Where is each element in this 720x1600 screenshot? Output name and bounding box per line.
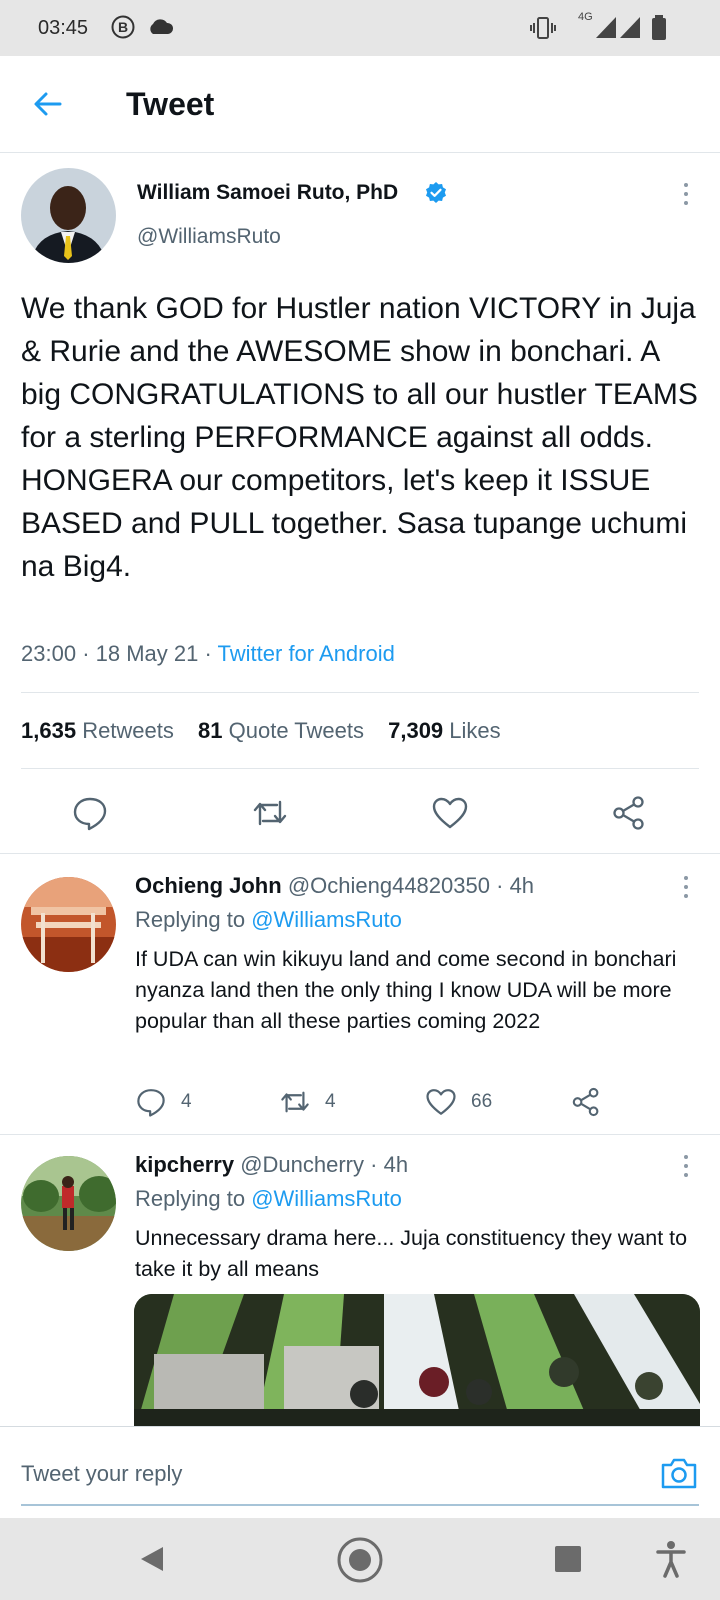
camera-icon[interactable] — [660, 1455, 698, 1491]
system-nav-bar — [0, 1518, 720, 1600]
svg-text:B: B — [118, 19, 128, 35]
tweet-stats: 1,635 Retweets 81 Quote Tweets 7,309 Lik… — [21, 718, 501, 744]
reply-retweet-button[interactable]: 4 — [279, 1086, 336, 1118]
author-handle[interactable]: @WilliamsRuto — [137, 225, 281, 249]
tweet-date: 18 May 21 — [95, 641, 199, 666]
reply-author-name[interactable]: kipcherry — [135, 1152, 234, 1177]
divider — [0, 853, 720, 854]
reply-media-image[interactable] — [134, 1294, 700, 1434]
like-icon[interactable] — [431, 794, 469, 832]
author-name[interactable]: William Samoei Ruto, PhD — [137, 181, 398, 205]
retweet-icon[interactable] — [251, 794, 289, 832]
retweet-count: 4 — [325, 1091, 336, 1112]
retweet-icon — [281, 1091, 309, 1113]
meta-separator: · — [82, 641, 90, 666]
reply-author-handle[interactable]: @Ochieng44820350 — [288, 873, 490, 898]
reply-age: 4h — [509, 873, 535, 898]
page-title: Tweet — [126, 86, 215, 122]
recents-square-icon[interactable] — [554, 1545, 582, 1573]
back-triangle-icon[interactable] — [137, 1544, 167, 1574]
reply-author-handle[interactable]: @Duncherry — [240, 1152, 364, 1177]
reply-author-name[interactable]: Ochieng John — [135, 873, 282, 898]
status-time: 03:45 — [38, 17, 89, 39]
avatar[interactable] — [21, 1156, 116, 1251]
replying-to-link[interactable]: @WilliamsRuto — [251, 907, 402, 932]
reply-icon — [137, 1089, 165, 1117]
status-bar: 03:45 B 4G — [0, 0, 720, 56]
more-options-icon[interactable] — [681, 876, 691, 902]
reply-count: 4 — [181, 1091, 192, 1112]
reply-share-button[interactable] — [570, 1086, 616, 1118]
reply-input[interactable]: Tweet your reply — [21, 1461, 182, 1487]
reply-header: kipcherry @Duncherry · 4h — [135, 1152, 409, 1177]
reply-header: Ochieng John @Ochieng44820350 · 4h — [135, 873, 535, 898]
likes-stat[interactable]: 7,309 Likes — [388, 718, 501, 743]
vibrate-icon — [530, 17, 556, 39]
retweets-stat[interactable]: 1,635 Retweets — [21, 718, 174, 743]
reply-age: 4h — [383, 1152, 409, 1177]
replying-to: Replying to @WilliamsRuto — [135, 907, 402, 932]
arrow-left-icon[interactable] — [30, 86, 66, 122]
tweet-source-link[interactable]: Twitter for Android — [218, 641, 395, 666]
accessibility-icon[interactable] — [656, 1540, 686, 1578]
reply-like-button[interactable]: 66 — [425, 1086, 492, 1118]
app-header: Tweet — [0, 56, 720, 153]
share-icon[interactable] — [610, 794, 648, 832]
b-circle-icon: B — [111, 15, 135, 39]
avatar[interactable] — [21, 168, 116, 263]
reply-composer[interactable]: Tweet your reply — [0, 1426, 720, 1518]
divider — [0, 1134, 720, 1135]
battery-icon — [652, 15, 666, 40]
cloud-icon — [150, 19, 174, 34]
avatar[interactable] — [21, 877, 116, 972]
quote-tweets-stat[interactable]: 81 Quote Tweets — [198, 718, 364, 743]
divider — [21, 768, 699, 769]
like-count: 66 — [471, 1091, 493, 1112]
tweet-meta: 23:00 · 18 May 21 · Twitter for Android — [21, 641, 395, 667]
reply-icon[interactable] — [71, 794, 109, 832]
reply-text: If UDA can win kikuyu land and come seco… — [135, 947, 677, 1033]
signal-icon — [596, 17, 616, 38]
home-circle-icon[interactable] — [336, 1536, 384, 1584]
reply-text: Unnecessary drama here... Juja constitue… — [135, 1226, 688, 1281]
reply-reply-button[interactable]: 4 — [135, 1086, 192, 1118]
more-options-icon[interactable] — [681, 1155, 691, 1181]
signal-icon — [620, 17, 640, 38]
replying-to: Replying to @WilliamsRuto — [135, 1186, 402, 1211]
tweet-text: We thank GOD for Hustler nation VICTORY … — [21, 292, 698, 583]
replying-to-link[interactable]: @WilliamsRuto — [251, 1186, 402, 1211]
more-options-icon[interactable] — [681, 183, 691, 209]
network-type: 4G — [578, 11, 593, 23]
share-icon — [572, 1087, 599, 1117]
meta-separator: · — [204, 641, 212, 666]
verified-badge-icon — [426, 182, 446, 203]
divider — [21, 692, 699, 693]
like-icon — [426, 1089, 456, 1115]
input-underline — [21, 1504, 699, 1506]
tweet-time: 23:00 — [21, 641, 77, 666]
